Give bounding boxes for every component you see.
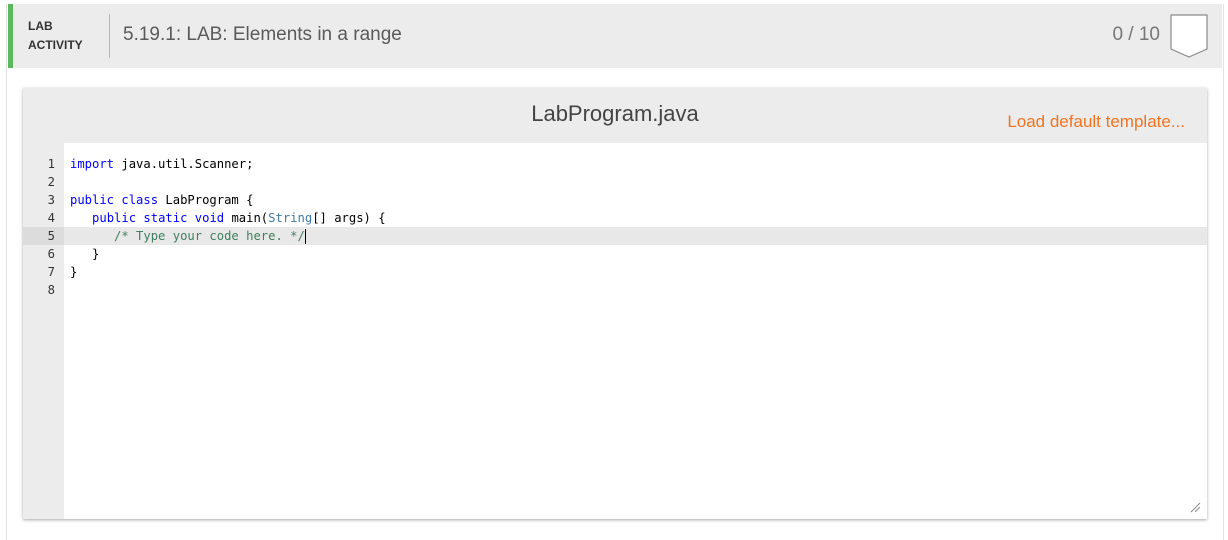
line-number: 3 — [47, 193, 55, 207]
code-line-6[interactable]: } — [70, 245, 99, 263]
code-type: String — [268, 211, 313, 225]
code-keyword: class — [121, 193, 159, 207]
line-number: 6 — [47, 247, 55, 261]
lab-activity-header: LAB ACTIVITY 5.19.1: LAB: Elements in a … — [8, 4, 1222, 68]
code-text: main( — [224, 211, 269, 225]
code-comment: /* Type your code here. */ — [114, 229, 305, 243]
load-default-template-link[interactable]: Load default template... — [1007, 112, 1185, 132]
score-text: 0 / 10 — [1112, 24, 1160, 45]
code-keyword: import — [70, 157, 115, 171]
code-text: LabProgram { — [158, 193, 254, 207]
code-line-1[interactable]: import java.util.Scanner; — [70, 155, 253, 173]
line-number: 8 — [47, 283, 55, 297]
code-keyword: void — [194, 211, 225, 225]
code-line-7[interactable]: } — [70, 263, 77, 281]
lab-title: 5.19.1: LAB: Elements in a range — [123, 24, 402, 45]
lab-activity-tag: LAB ACTIVITY — [28, 17, 98, 55]
code-keyword: public — [92, 211, 137, 225]
editor-header: LabProgram.java Load default template... — [23, 88, 1207, 143]
line-number: 2 — [47, 175, 55, 189]
score-badge-icon — [1170, 14, 1208, 58]
lab-tag-line2: ACTIVITY — [28, 38, 83, 52]
code-text: java.util.Scanner; — [114, 157, 254, 171]
line-number: 4 — [47, 211, 55, 225]
line-number: 1 — [47, 157, 55, 171]
line-number: 7 — [47, 265, 55, 279]
code-keyword: public — [70, 193, 115, 207]
code-keyword: static — [143, 211, 188, 225]
code-editor-panel: LabProgram.java Load default template...… — [23, 88, 1207, 519]
code-line-5[interactable]: /* Type your code here. */ — [70, 227, 306, 245]
line-number: 5 — [47, 229, 55, 243]
resize-grip-icon[interactable] — [1189, 501, 1201, 513]
header-divider — [109, 14, 110, 58]
lab-tag-line1: LAB — [28, 19, 53, 33]
text-cursor — [304, 229, 306, 244]
code-line-4[interactable]: public static void main(String[] args) { — [70, 209, 386, 227]
code-line-3[interactable]: public class LabProgram { — [70, 191, 253, 209]
code-text: [] args) { — [312, 211, 386, 225]
